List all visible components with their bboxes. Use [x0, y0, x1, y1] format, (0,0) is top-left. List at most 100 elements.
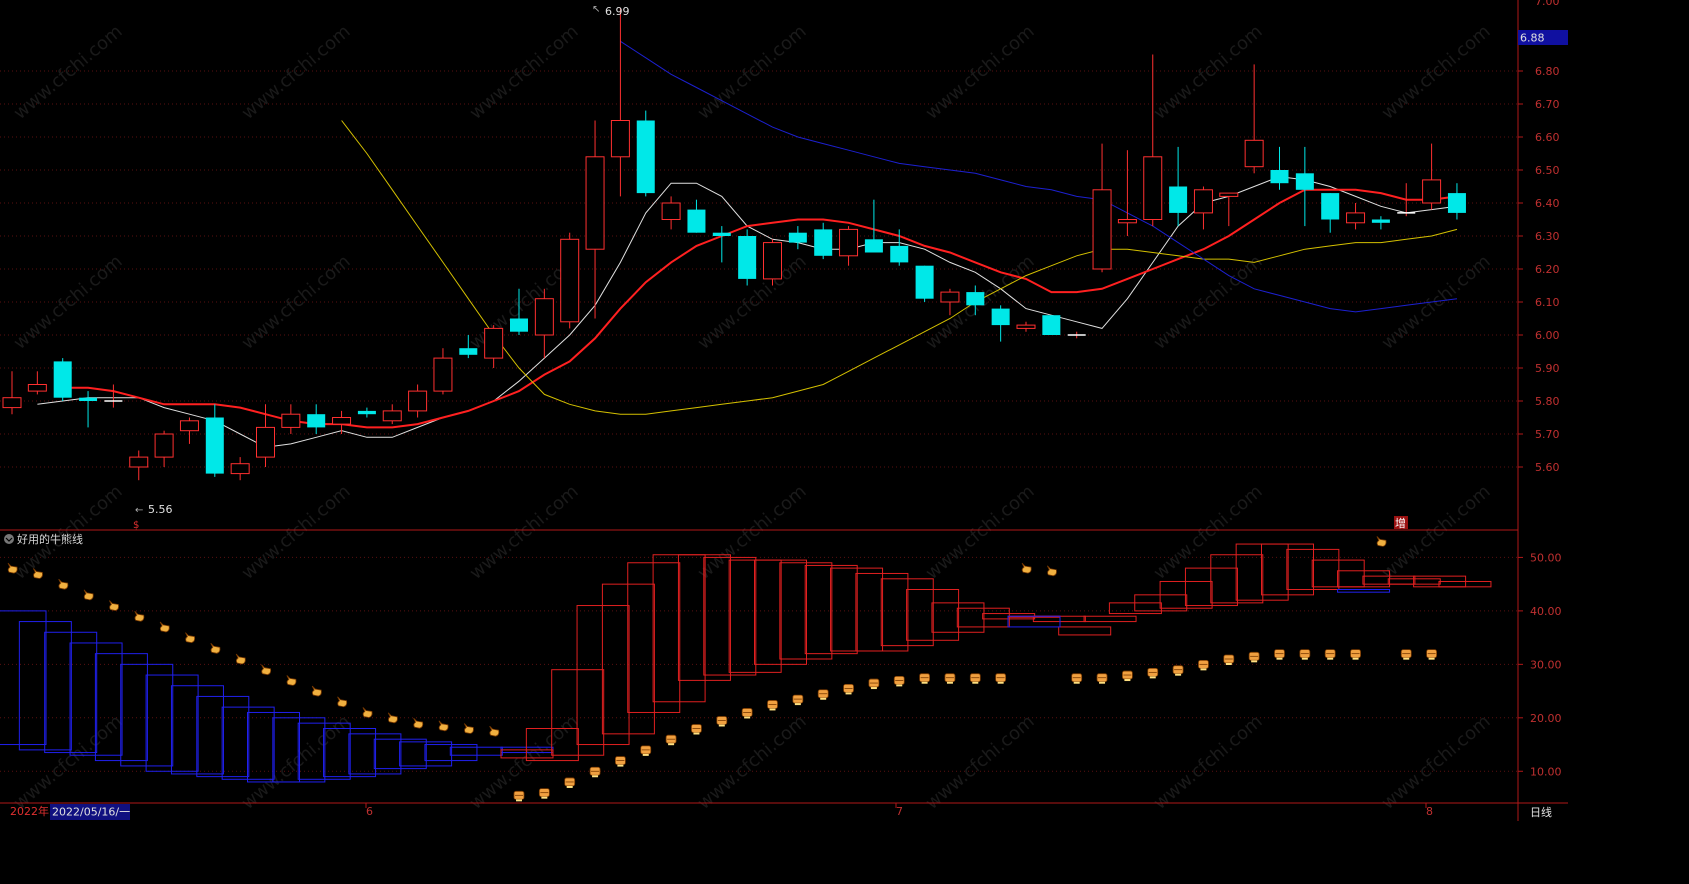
hand-pointer-icon [134, 610, 145, 622]
bull-box [728, 559, 782, 673]
candle[interactable] [1169, 146, 1188, 227]
hand-pointer-icon [1021, 562, 1032, 574]
candle[interactable] [1042, 315, 1061, 335]
candle-body [256, 426, 275, 458]
candle[interactable] [560, 232, 580, 329]
high-arrow: ↖ [592, 4, 600, 15]
coin-stack-icon [1426, 649, 1437, 660]
watermark: www.cfchi.com [1378, 711, 1495, 814]
candle-body [1193, 189, 1213, 214]
candle-body [1346, 212, 1366, 224]
bear-box [120, 663, 174, 767]
candle[interactable] [357, 407, 376, 418]
candle[interactable] [433, 348, 453, 395]
candle[interactable] [484, 325, 504, 368]
candle[interactable] [256, 404, 275, 467]
candle[interactable] [1346, 203, 1366, 230]
candle[interactable] [1422, 143, 1442, 210]
indicator-tick-label: 30.00 [1530, 658, 1562, 671]
candle[interactable] [1067, 331, 1086, 339]
coin-stack-icon [944, 673, 956, 684]
candle[interactable] [864, 199, 883, 253]
candle[interactable] [79, 391, 98, 428]
candle[interactable] [307, 404, 326, 434]
candle[interactable] [230, 457, 250, 481]
candle[interactable] [814, 222, 833, 260]
candle[interactable] [332, 410, 352, 434]
candle[interactable] [991, 305, 1010, 342]
candle[interactable] [585, 120, 605, 319]
watermark: www.cfchi.com [1150, 21, 1267, 124]
candle[interactable] [661, 196, 681, 230]
candle[interactable] [104, 384, 123, 408]
stock-chart[interactable]: www.cfchi.com www.cfchi.com www.cfchi.com w… [0, 0, 1568, 821]
candle[interactable] [1092, 143, 1112, 273]
date-label: 2022/05/16/一 [52, 806, 130, 819]
bear-box [196, 695, 250, 778]
watermark: www.cfchi.com [694, 481, 811, 584]
low-label: 5.56 [148, 503, 173, 516]
coin-stack-icon [640, 745, 652, 756]
candle-body [459, 348, 478, 355]
coin-stack-icon [969, 673, 981, 684]
candle-body [1422, 179, 1442, 204]
candle[interactable] [1193, 186, 1213, 230]
candle[interactable] [788, 226, 807, 250]
candle[interactable] [610, 8, 630, 197]
year-label: 2022年 [10, 804, 49, 818]
candle[interactable] [763, 239, 782, 286]
candle-body [408, 390, 428, 412]
candle[interactable] [534, 288, 554, 359]
coin-stack-icon [893, 675, 905, 687]
month-label-6: 6 [366, 805, 373, 818]
bear-box [399, 741, 453, 767]
candle[interactable] [839, 226, 859, 266]
candle[interactable] [281, 404, 301, 434]
candle[interactable] [154, 430, 174, 467]
candle[interactable] [915, 265, 934, 302]
hand-pointer-icon [235, 653, 246, 665]
period-label[interactable]: 日线 [1530, 805, 1552, 819]
candle-body [307, 414, 326, 428]
candle-body [1169, 186, 1188, 213]
candle[interactable] [53, 358, 72, 401]
candle[interactable] [2, 371, 22, 415]
candle[interactable] [27, 371, 47, 395]
candle[interactable] [1143, 54, 1163, 227]
bull-box [1311, 559, 1365, 588]
month-label-7: 7 [896, 805, 903, 818]
watermark: www.cfchi.com [1378, 481, 1495, 584]
indicator-tick-label: 10.00 [1530, 765, 1562, 778]
candle-body [382, 410, 402, 422]
candle[interactable] [712, 226, 731, 263]
coin-stack-icon [513, 790, 525, 802]
bull-box [601, 583, 655, 735]
candle[interactable] [1117, 150, 1137, 236]
watermark: www.cfchi.com [238, 711, 355, 814]
candle[interactable] [179, 417, 199, 444]
candle[interactable] [738, 229, 757, 286]
candle[interactable] [1016, 321, 1036, 332]
watermark: www.cfchi.com [238, 251, 355, 354]
candle[interactable] [687, 199, 706, 233]
price-tick-label: 5.60 [1535, 461, 1560, 474]
bull-box [627, 562, 681, 713]
coin-stack-icon [1172, 665, 1184, 676]
candle[interactable] [1270, 146, 1289, 190]
coin-stack-icon [1147, 667, 1159, 679]
candle[interactable] [382, 404, 402, 425]
watermark: www.cfchi.com [922, 21, 1039, 124]
candle[interactable] [1321, 193, 1340, 233]
candle[interactable] [408, 384, 428, 418]
candle[interactable] [1295, 146, 1314, 227]
candle[interactable] [636, 110, 655, 197]
candle[interactable] [1244, 64, 1264, 174]
bull-box [1210, 554, 1264, 604]
candle[interactable] [1371, 216, 1390, 230]
candle[interactable] [205, 404, 224, 477]
indicator-collapse-icon[interactable] [4, 534, 14, 544]
candle[interactable] [1447, 183, 1466, 220]
candle-body [1371, 219, 1390, 223]
bull-box [576, 605, 630, 746]
candle[interactable] [129, 450, 149, 481]
